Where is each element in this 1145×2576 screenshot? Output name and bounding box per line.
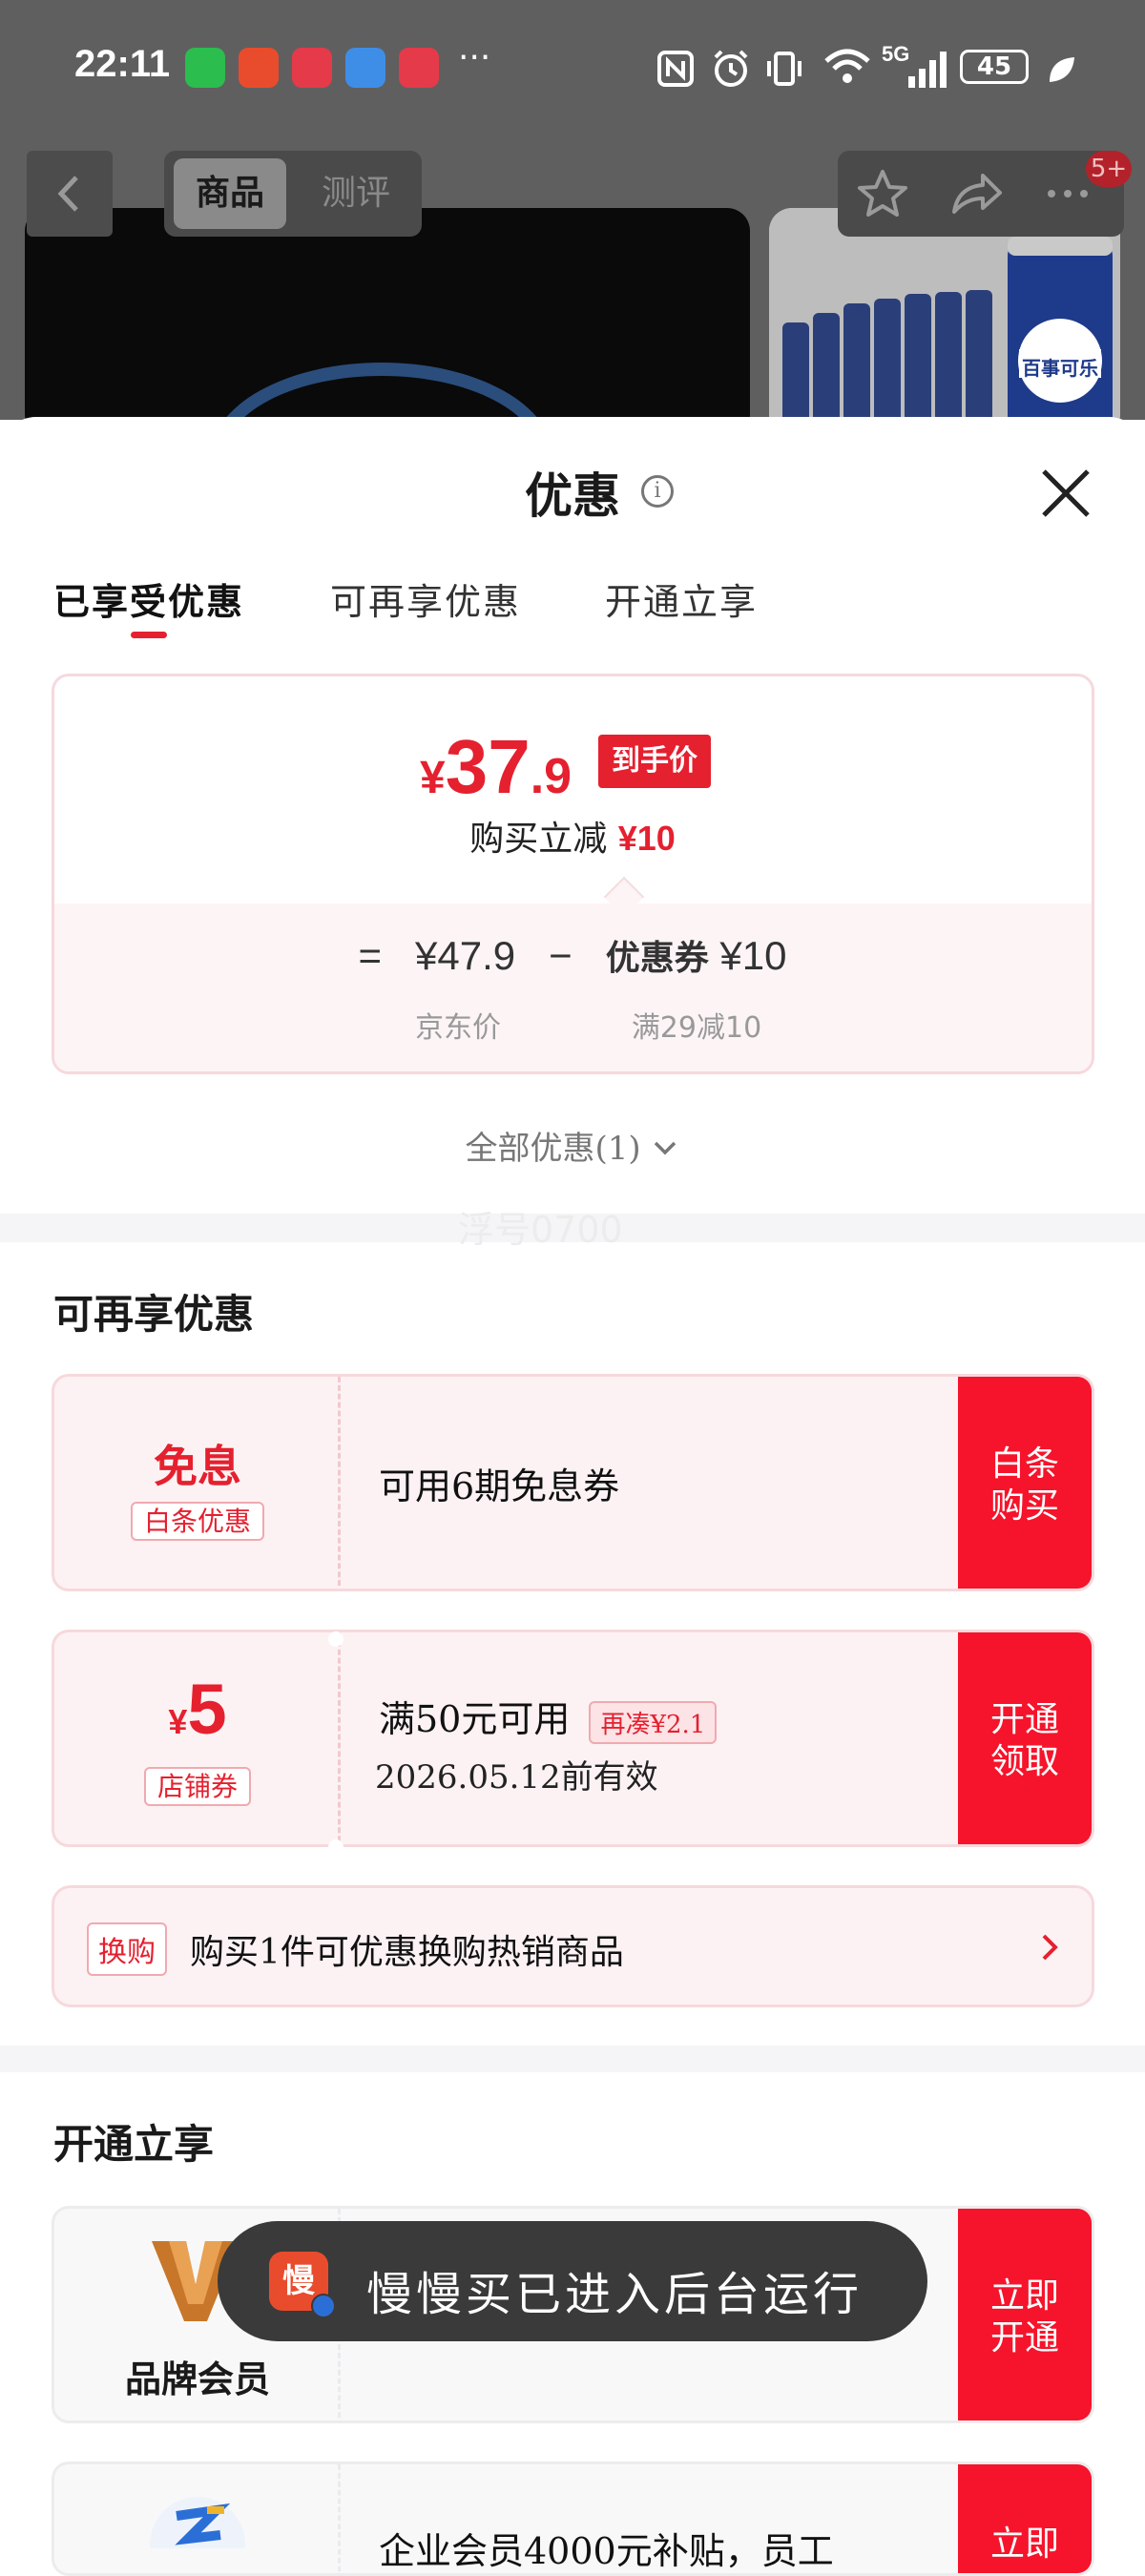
- chevron-left-icon: [57, 176, 78, 212]
- can-label: 百事可乐: [1022, 357, 1098, 380]
- enterprise-text: 企业会员4000元补贴，员工: [379, 2530, 834, 2572]
- chevron-down-icon: [655, 1141, 677, 1155]
- weather-icon: [345, 48, 385, 88]
- app-notification-icon: [292, 48, 332, 88]
- exchange-text: 购买1件可优惠换购热销商品: [190, 1933, 624, 1972]
- app-badge-icon: [311, 2294, 336, 2318]
- formula-coupon-text: 优惠券: [605, 938, 709, 978]
- manmanbuy-icon: [239, 48, 279, 88]
- button-line-2: 领取: [989, 1742, 1059, 1781]
- add-on-badge: 再凑¥2.1: [589, 1701, 718, 1744]
- final-price: ¥37.9: [420, 723, 572, 811]
- shop-coupon-validity: 2026.05.12前有效: [375, 1758, 658, 1797]
- close-icon[interactable]: [1038, 466, 1093, 521]
- tab-goods[interactable]: 商品: [174, 158, 286, 229]
- price-decimal: .9: [530, 749, 572, 804]
- open-claim-button[interactable]: 开通 领取: [958, 1632, 1092, 1844]
- coupon-notch: [328, 1839, 344, 1855]
- open-enjoy-title: 开通立享: [53, 2121, 215, 2168]
- baitiao-big-label: 免息: [154, 1441, 241, 1492]
- instant-discount-text: 购买立减: [469, 820, 608, 859]
- tab-enjoyed-offers[interactable]: 已享受优惠: [53, 572, 244, 625]
- status-time: 22:11: [74, 43, 171, 85]
- shop-coupon-amount: 5: [187, 1670, 227, 1749]
- price-formula: = ¥47.9 − 优惠券 ¥10: [0, 930, 1145, 980]
- button-line-2: 开通: [989, 2318, 1059, 2358]
- network-type: 5G: [882, 42, 910, 66]
- formula-minus: −: [549, 933, 572, 978]
- coupon-left-panel: 免息 白条优惠: [54, 1377, 341, 1589]
- formula-jd-price: ¥47.9: [415, 933, 516, 978]
- formula-coupon-amount: ¥10: [719, 933, 787, 978]
- enterprise-member-card[interactable]: 企业会员4000元补贴，员工 立即: [52, 2462, 1094, 2576]
- alarm-icon: [714, 50, 748, 87]
- star-icon[interactable]: [851, 162, 914, 225]
- tab-review[interactable]: 测评: [303, 158, 408, 229]
- price-formula-area: [54, 904, 1092, 1071]
- exchange-tag: 换购: [87, 1922, 167, 1976]
- toast-text: 慢慢买已进入后台运行: [366, 2268, 864, 2321]
- open-now-button[interactable]: 立即 开通: [958, 2209, 1092, 2420]
- button-line-1: 立即: [989, 2276, 1059, 2316]
- leaf-icon: [1050, 57, 1074, 82]
- chevron-right-icon: [1042, 1934, 1058, 1961]
- share-icon[interactable]: [945, 162, 1008, 225]
- shop-coupon-card[interactable]: ¥5 店铺券 满50元可用 再凑¥2.1 2026.05.12前有效 开通 领取: [52, 1630, 1094, 1847]
- watermark: 浮号0700: [458, 1209, 623, 1251]
- section-divider: [0, 2046, 1145, 2072]
- more-notifications-icon: ···: [458, 38, 491, 77]
- brand-member-label: 品牌会员: [124, 2358, 270, 2400]
- active-tab-indicator: [131, 632, 167, 638]
- enterprise-open-button[interactable]: 立即: [958, 2464, 1092, 2573]
- button-line-1: 白条: [989, 1444, 1059, 1484]
- coupon-rule-label: 满29减10: [631, 1011, 762, 1045]
- coupon-left-panel: ¥5 店铺券: [54, 1632, 341, 1844]
- button-line-2: 购买: [989, 1486, 1059, 1526]
- shop-coupon-amount-block: ¥5: [54, 1669, 341, 1750]
- top-actions: [838, 151, 1124, 237]
- wifi-icon: [824, 49, 870, 83]
- shop-coupon-currency: ¥: [168, 1702, 188, 1741]
- more-offers-title: 可再享优惠: [53, 1291, 255, 1338]
- vibrate-icon: [767, 52, 802, 86]
- info-icon[interactable]: i: [641, 475, 674, 508]
- sheet-title: 优惠: [525, 467, 620, 524]
- back-button[interactable]: [27, 151, 113, 237]
- battery-indicator: 45: [960, 50, 1029, 84]
- shop-coupon-tag: 店铺券: [143, 1767, 251, 1806]
- wechat-icon: [185, 48, 225, 88]
- baitiao-coupon-card[interactable]: 免息 白条优惠 可用6期免息券 白条 购买: [52, 1374, 1094, 1591]
- shop-coupon-text-row: 满50元可用 再凑¥2.1: [379, 1690, 718, 1744]
- exchange-purchase-row[interactable]: 换购 购买1件可优惠换购热销商品: [52, 1885, 1094, 2007]
- enterprise-logo-icon: [150, 2497, 245, 2548]
- button-line-1: 立即: [989, 2524, 1059, 2564]
- price-currency: ¥: [420, 753, 446, 803]
- final-price-tag: 到手价: [598, 735, 711, 788]
- all-offers-label: 全部优惠(1): [465, 1130, 641, 1168]
- shop-coupon-condition: 满50元可用: [379, 1698, 571, 1740]
- price-integer: 37: [445, 724, 531, 809]
- enterprise-left: [54, 2464, 341, 2573]
- product-thumbnail-cans[interactable]: 百事可乐: [769, 208, 1120, 437]
- message-badge: 5+: [1086, 151, 1132, 187]
- price-breakdown-card: [52, 674, 1094, 1074]
- baitiao-buy-button[interactable]: 白条 购买: [958, 1377, 1092, 1589]
- baitiao-text: 可用6期免息券: [379, 1465, 620, 1507]
- baitiao-tag: 白条优惠: [130, 1502, 264, 1541]
- instant-discount-line: 购买立减 ¥10: [0, 811, 1145, 861]
- tab-more-offers[interactable]: 可再享优惠: [330, 572, 521, 625]
- app-notification-icon-2: [399, 48, 439, 88]
- button-line-1: 开通: [989, 1700, 1059, 1739]
- status-bar: 22:11 ··· 5G 45: [0, 0, 1145, 143]
- nfc-icon: [657, 51, 694, 87]
- signal-icon: [908, 52, 947, 88]
- coupon-notch: [328, 1631, 344, 1647]
- instant-discount-amount: ¥10: [617, 819, 676, 858]
- formula-equals: =: [358, 933, 383, 978]
- tab-open-enjoy[interactable]: 开通立享: [605, 572, 758, 625]
- all-offers-toggle[interactable]: 全部优惠(1): [0, 1122, 1145, 1169]
- jd-price-label: 京东价: [415, 1011, 501, 1045]
